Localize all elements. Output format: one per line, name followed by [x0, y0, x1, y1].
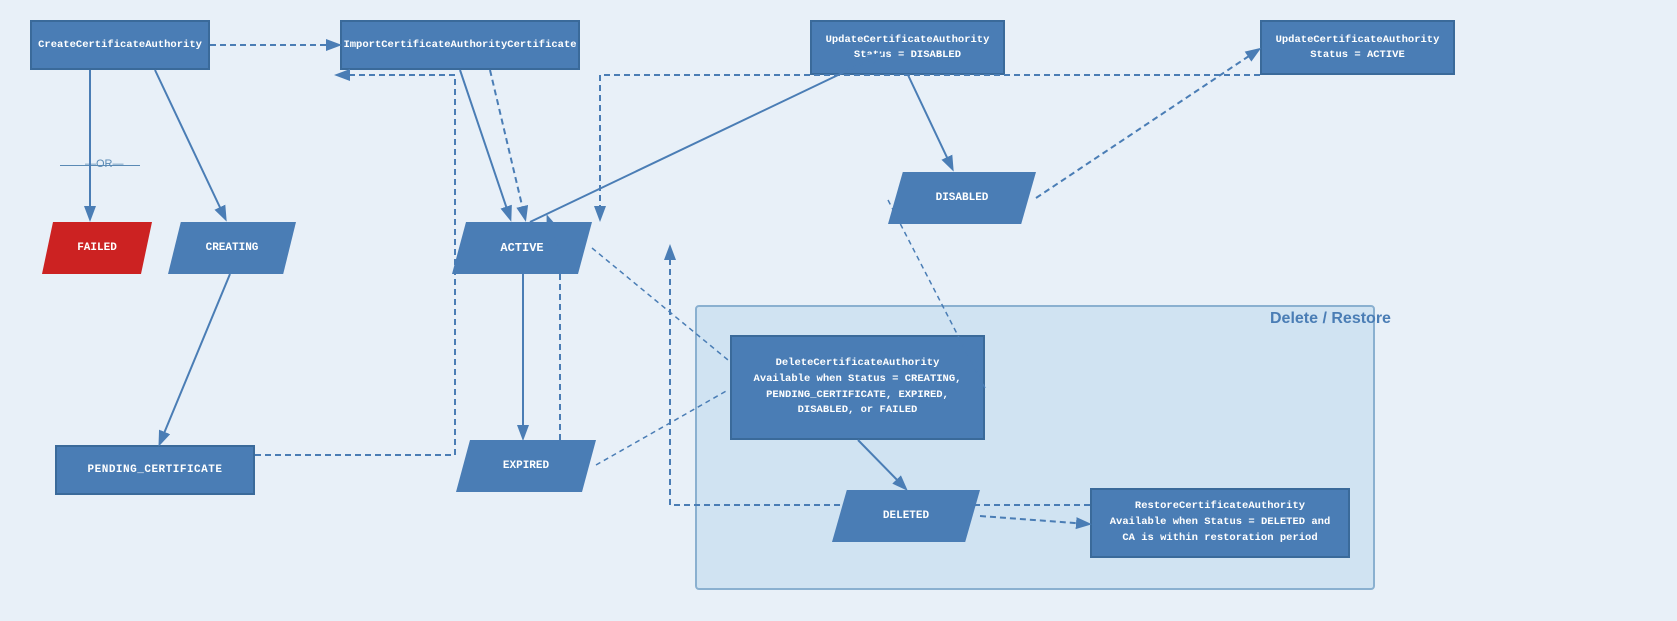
active-node: ACTIVE — [452, 222, 592, 274]
diagram: Delete / Restore —OR— CreateCertificateA… — [0, 0, 1677, 621]
expired-node: EXPIRED — [456, 440, 596, 492]
update-disabled-node: UpdateCertificateAuthority Status = DISA… — [810, 20, 1005, 75]
pending-cert-node: PENDING_CERTIFICATE — [55, 445, 255, 495]
restore-ca-node: RestoreCertificateAuthority Available wh… — [1090, 488, 1350, 558]
creating-node: CREATING — [168, 222, 296, 274]
update-active-node: UpdateCertificateAuthority Status = ACTI… — [1260, 20, 1455, 75]
failed-node: FAILED — [42, 222, 152, 274]
import-ca-node: ImportCertificateAuthorityCertificate — [340, 20, 580, 70]
or-label: —OR— — [85, 158, 124, 170]
delete-restore-label: Delete / Restore — [1270, 310, 1391, 328]
deleted-node: DELETED — [832, 490, 980, 542]
delete-ca-node: DeleteCertificateAuthority Available whe… — [730, 335, 985, 440]
create-ca-node: CreateCertificateAuthority — [30, 20, 210, 70]
disabled-node: DISABLED — [888, 172, 1036, 224]
